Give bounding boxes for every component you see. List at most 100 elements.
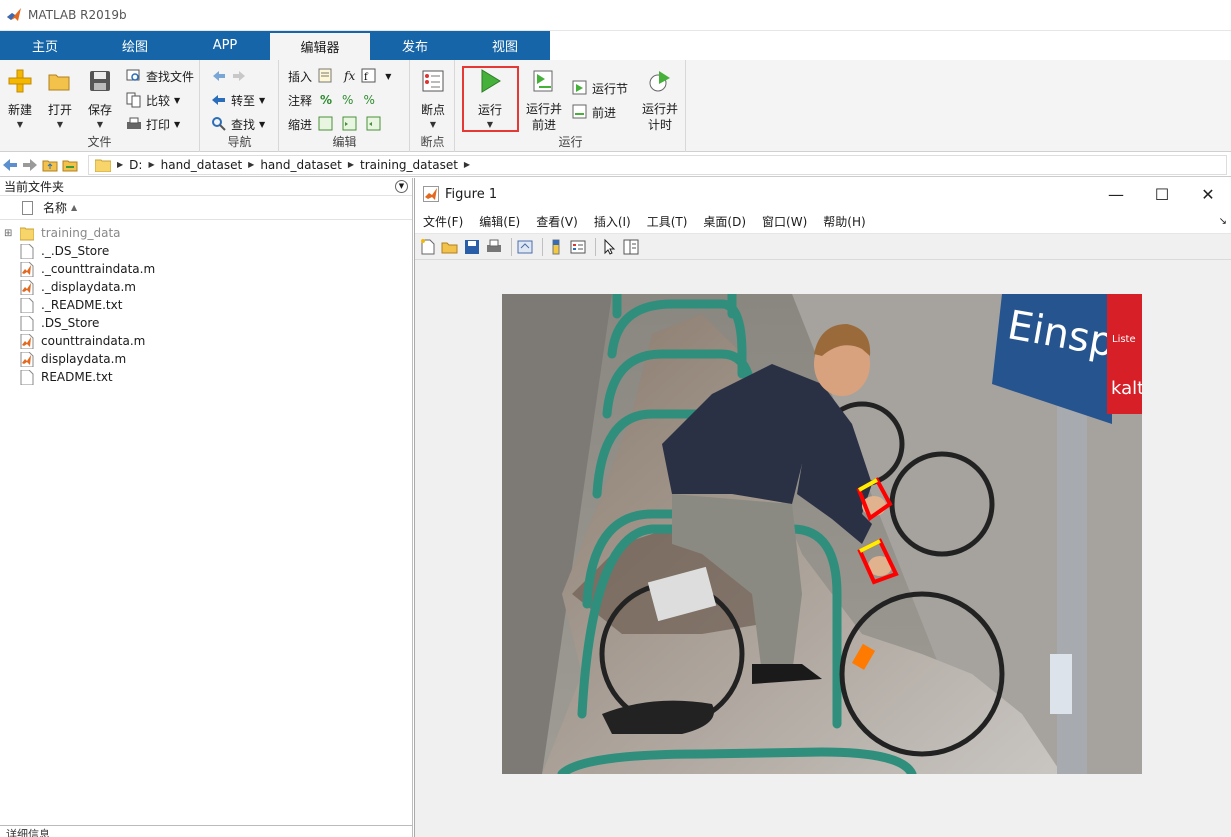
file-row[interactable]: README.txt bbox=[0, 368, 412, 386]
close-button[interactable]: ✕ bbox=[1185, 178, 1231, 210]
find-button[interactable]: 查找 ▼ bbox=[211, 114, 265, 134]
goto-button[interactable]: 转至 ▼ bbox=[211, 90, 265, 110]
file-name: ._counttraindata.m bbox=[41, 262, 156, 276]
pointer-icon[interactable] bbox=[600, 238, 618, 256]
compare-button[interactable]: 比较 ▼ bbox=[126, 90, 180, 110]
panel-menu-icon[interactable]: ▼ bbox=[395, 180, 408, 193]
print-figure-icon[interactable] bbox=[485, 238, 503, 256]
run-advance-icon bbox=[533, 70, 553, 92]
tab-apps[interactable]: APP bbox=[180, 31, 270, 60]
folder-icon bbox=[20, 227, 34, 240]
column-header-name[interactable]: 名称 ▲ bbox=[0, 196, 412, 220]
browse-folder-icon[interactable] bbox=[62, 157, 78, 173]
file-row[interactable]: ._.DS_Store bbox=[0, 242, 412, 260]
comment-icon[interactable]: % bbox=[320, 93, 332, 107]
breakpoints-button[interactable]: 断点 ▼ bbox=[413, 64, 453, 132]
figure-menu-item[interactable]: 编辑(E) bbox=[479, 213, 520, 230]
new-figure-icon[interactable] bbox=[419, 238, 437, 256]
minimize-button[interactable]: — bbox=[1093, 178, 1139, 210]
smart-indent-icon[interactable] bbox=[318, 116, 334, 132]
folder-row[interactable]: ⊞ training_data bbox=[0, 224, 412, 242]
run-section-button[interactable]: 运行节 bbox=[572, 78, 628, 98]
file-row[interactable]: ._displaydata.m bbox=[0, 278, 412, 296]
figure-menu-item[interactable]: 查看(V) bbox=[536, 213, 578, 230]
poster-text-1: Liste bbox=[1112, 334, 1136, 345]
new-button[interactable]: 新建 ▼ bbox=[0, 64, 40, 132]
breadcrumb-arrow-icon: ▶ bbox=[117, 160, 124, 169]
wrap-comment-icon[interactable]: % bbox=[363, 93, 374, 107]
save-button[interactable]: 保存 ▼ bbox=[80, 64, 120, 132]
run-and-advance-button[interactable]: 运行并 前进 bbox=[522, 64, 566, 132]
goto-arrow-icon bbox=[212, 95, 225, 105]
tab-view[interactable]: 视图 bbox=[460, 31, 550, 60]
chevron-down-icon: ▼ bbox=[259, 119, 266, 129]
current-folder-address-bar: ▶ D: ▶ hand_dataset ▶ hand_dataset ▶ tra… bbox=[0, 153, 1231, 177]
dock-icon[interactable]: ↘ bbox=[1219, 216, 1227, 227]
breadcrumb-arrow-icon[interactable]: ▶ bbox=[464, 160, 470, 169]
print-button[interactable]: 打印 ▼ bbox=[126, 114, 180, 134]
tab-plots[interactable]: 绘图 bbox=[90, 31, 180, 60]
navigation-group-label: 导航 bbox=[227, 135, 252, 149]
uncomment-icon[interactable]: % bbox=[342, 93, 353, 107]
breadcrumb-segment[interactable]: hand_dataset bbox=[260, 158, 342, 172]
indent-button[interactable]: 缩进 bbox=[288, 114, 386, 134]
run-section-icon bbox=[572, 80, 587, 95]
chevron-down-icon[interactable]: ▼ bbox=[385, 72, 391, 81]
advance-icon bbox=[572, 104, 587, 119]
edit-group-label: 编辑 bbox=[332, 135, 357, 149]
file-row[interactable]: .DS_Store bbox=[0, 314, 412, 332]
figure-menu-item[interactable]: 帮助(H) bbox=[823, 213, 865, 230]
open-file-icon[interactable] bbox=[441, 238, 459, 256]
decrease-indent-icon[interactable] bbox=[366, 116, 382, 132]
comment-button[interactable]: 注释 % % % bbox=[288, 90, 375, 110]
arrow-left-icon bbox=[213, 71, 225, 81]
tab-publish[interactable]: 发布 bbox=[370, 31, 460, 60]
find-files-icon bbox=[126, 69, 140, 81]
fx-icon[interactable]: fx bbox=[344, 69, 355, 83]
find-files-button[interactable]: 查找文件 bbox=[126, 66, 194, 86]
poster-text-2: kalt bbox=[1111, 378, 1142, 399]
figure-menu-item[interactable]: 桌面(D) bbox=[703, 213, 746, 230]
panel-title: 当前文件夹 bbox=[4, 180, 65, 194]
file-row[interactable]: ._README.txt bbox=[0, 296, 412, 314]
breadcrumb-segment[interactable]: training_dataset bbox=[360, 158, 458, 172]
details-panel-header[interactable]: 详细信息 bbox=[0, 825, 412, 837]
path-breadcrumb[interactable]: ▶ D: ▶ hand_dataset ▶ hand_dataset ▶ tra… bbox=[88, 154, 1227, 175]
colorbar-icon[interactable] bbox=[547, 238, 565, 256]
increase-indent-icon[interactable] bbox=[342, 116, 358, 132]
forward-arrow-icon[interactable] bbox=[22, 157, 38, 173]
up-folder-icon[interactable] bbox=[42, 157, 58, 173]
back-arrow-icon[interactable] bbox=[2, 157, 18, 173]
figure-menu-item[interactable]: 窗口(W) bbox=[762, 213, 807, 230]
file-group: 新建 ▼ 打开 ▼ 保存 ▼ 查找文件 比较 ▼ 打印 ▼ 文件 bbox=[0, 60, 200, 152]
insert-button[interactable]: 插入 fx f ▼ bbox=[288, 66, 391, 86]
open-button[interactable]: 打开 ▼ bbox=[40, 64, 80, 132]
file-icon bbox=[20, 297, 34, 313]
breadcrumb-segment[interactable]: hand_dataset bbox=[161, 158, 243, 172]
figure-menu-item[interactable]: 文件(F) bbox=[423, 213, 463, 230]
legend-icon[interactable] bbox=[569, 238, 587, 256]
tab-home[interactable]: 主页 bbox=[0, 31, 90, 60]
file-row[interactable]: ._counttraindata.m bbox=[0, 260, 412, 278]
link-plot-icon[interactable] bbox=[516, 238, 534, 256]
matlab-logo-icon bbox=[423, 186, 439, 202]
advance-button[interactable]: 前进 bbox=[572, 102, 616, 122]
function-icon[interactable]: f bbox=[361, 68, 377, 84]
figure-menu-item[interactable]: 工具(T) bbox=[647, 213, 688, 230]
back-forward-buttons[interactable] bbox=[211, 66, 251, 86]
navigation-group: 转至 ▼ 查找 ▼ 导航 bbox=[201, 60, 279, 152]
save-figure-icon[interactable] bbox=[463, 238, 481, 256]
figure-menu-item[interactable]: 插入(I) bbox=[594, 213, 631, 230]
breadcrumb-arrow-icon: ▶ bbox=[148, 160, 155, 169]
figure-menu-bar: 文件(F) 编辑(E) 查看(V) 插入(I) 工具(T) 桌面(D) 窗口(W) 帮助(H)… bbox=[415, 210, 1231, 234]
file-row[interactable]: counttraindata.m bbox=[0, 332, 412, 350]
property-editor-icon[interactable] bbox=[622, 238, 640, 256]
file-name: ._README.txt bbox=[41, 298, 123, 312]
expand-icon[interactable]: ⊞ bbox=[4, 228, 16, 239]
breadcrumb-drive[interactable]: D: bbox=[129, 158, 142, 172]
run-button[interactable]: 运行 ▼ bbox=[470, 64, 510, 132]
maximize-button[interactable]: ☐ bbox=[1139, 178, 1185, 210]
tab-editor[interactable]: 编辑器 bbox=[270, 33, 370, 60]
file-row[interactable]: displaydata.m bbox=[0, 350, 412, 368]
run-and-time-button[interactable]: 运行并 计时 bbox=[638, 64, 682, 132]
